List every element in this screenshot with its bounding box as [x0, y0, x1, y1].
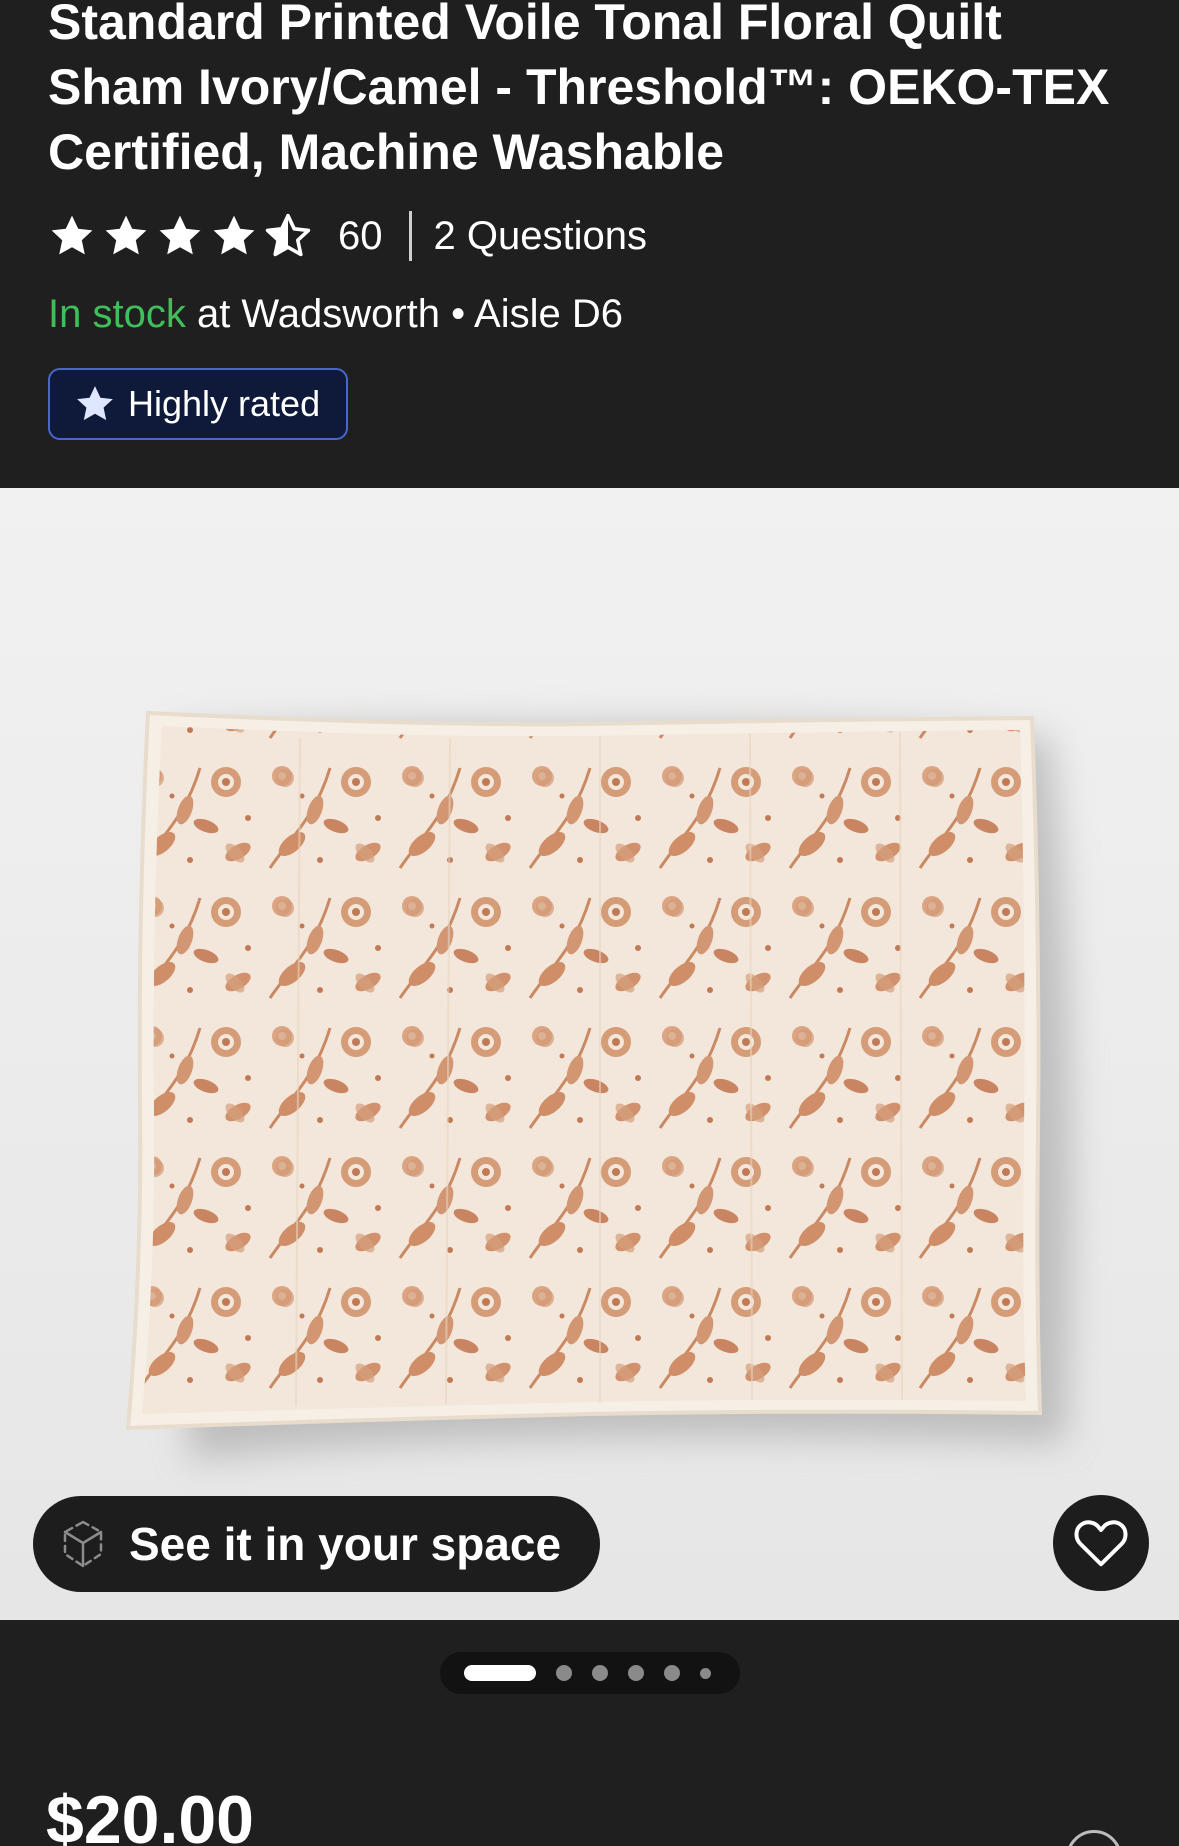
star-icon — [156, 212, 204, 260]
cube-ar-icon — [55, 1516, 111, 1572]
questions-link[interactable]: 2 Questions — [434, 214, 647, 259]
rating-divider — [408, 211, 412, 261]
image-pager[interactable] — [440, 1652, 740, 1694]
rating-stars — [48, 212, 312, 260]
product-gallery[interactable]: See it in your space — [0, 488, 1179, 1620]
product-image — [0, 488, 1179, 1620]
star-icon — [102, 212, 150, 260]
see-in-your-space-label: See it in your space — [129, 1518, 562, 1570]
rating-row[interactable]: 60 2 Questions — [48, 210, 647, 262]
pager-dot-active[interactable] — [464, 1665, 536, 1681]
product-price: $20.00 — [46, 1782, 254, 1846]
pager-dot[interactable] — [592, 1665, 608, 1681]
heart-icon — [1074, 1520, 1128, 1567]
product-page: Standard Printed Voile Tonal Floral Quil… — [0, 0, 1179, 1846]
badge-label: Highly rated — [128, 383, 321, 424]
star-icon — [210, 212, 258, 260]
pager-dot[interactable] — [664, 1665, 680, 1681]
highly-rated-badge[interactable]: Highly rated — [48, 368, 348, 440]
star-icon — [48, 212, 96, 260]
pager-dot[interactable] — [556, 1665, 572, 1681]
half-star-icon — [264, 212, 312, 260]
favorite-button[interactable] — [1053, 1495, 1149, 1591]
stock-info[interactable]: In stock at Wadsworth • Aisle D6 — [48, 292, 623, 337]
store-location: at Wadsworth • Aisle D6 — [185, 292, 623, 336]
info-icon[interactable]: i — [1066, 1830, 1122, 1846]
see-in-your-space-button[interactable]: See it in your space — [33, 1496, 600, 1592]
stock-status: In stock — [48, 292, 186, 336]
pager-dot[interactable] — [700, 1667, 711, 1679]
pager-dot[interactable] — [628, 1665, 644, 1681]
product-title: Standard Printed Voile Tonal Floral Quil… — [48, 0, 1110, 180]
star-icon — [74, 383, 116, 425]
review-count[interactable]: 60 — [338, 214, 383, 259]
